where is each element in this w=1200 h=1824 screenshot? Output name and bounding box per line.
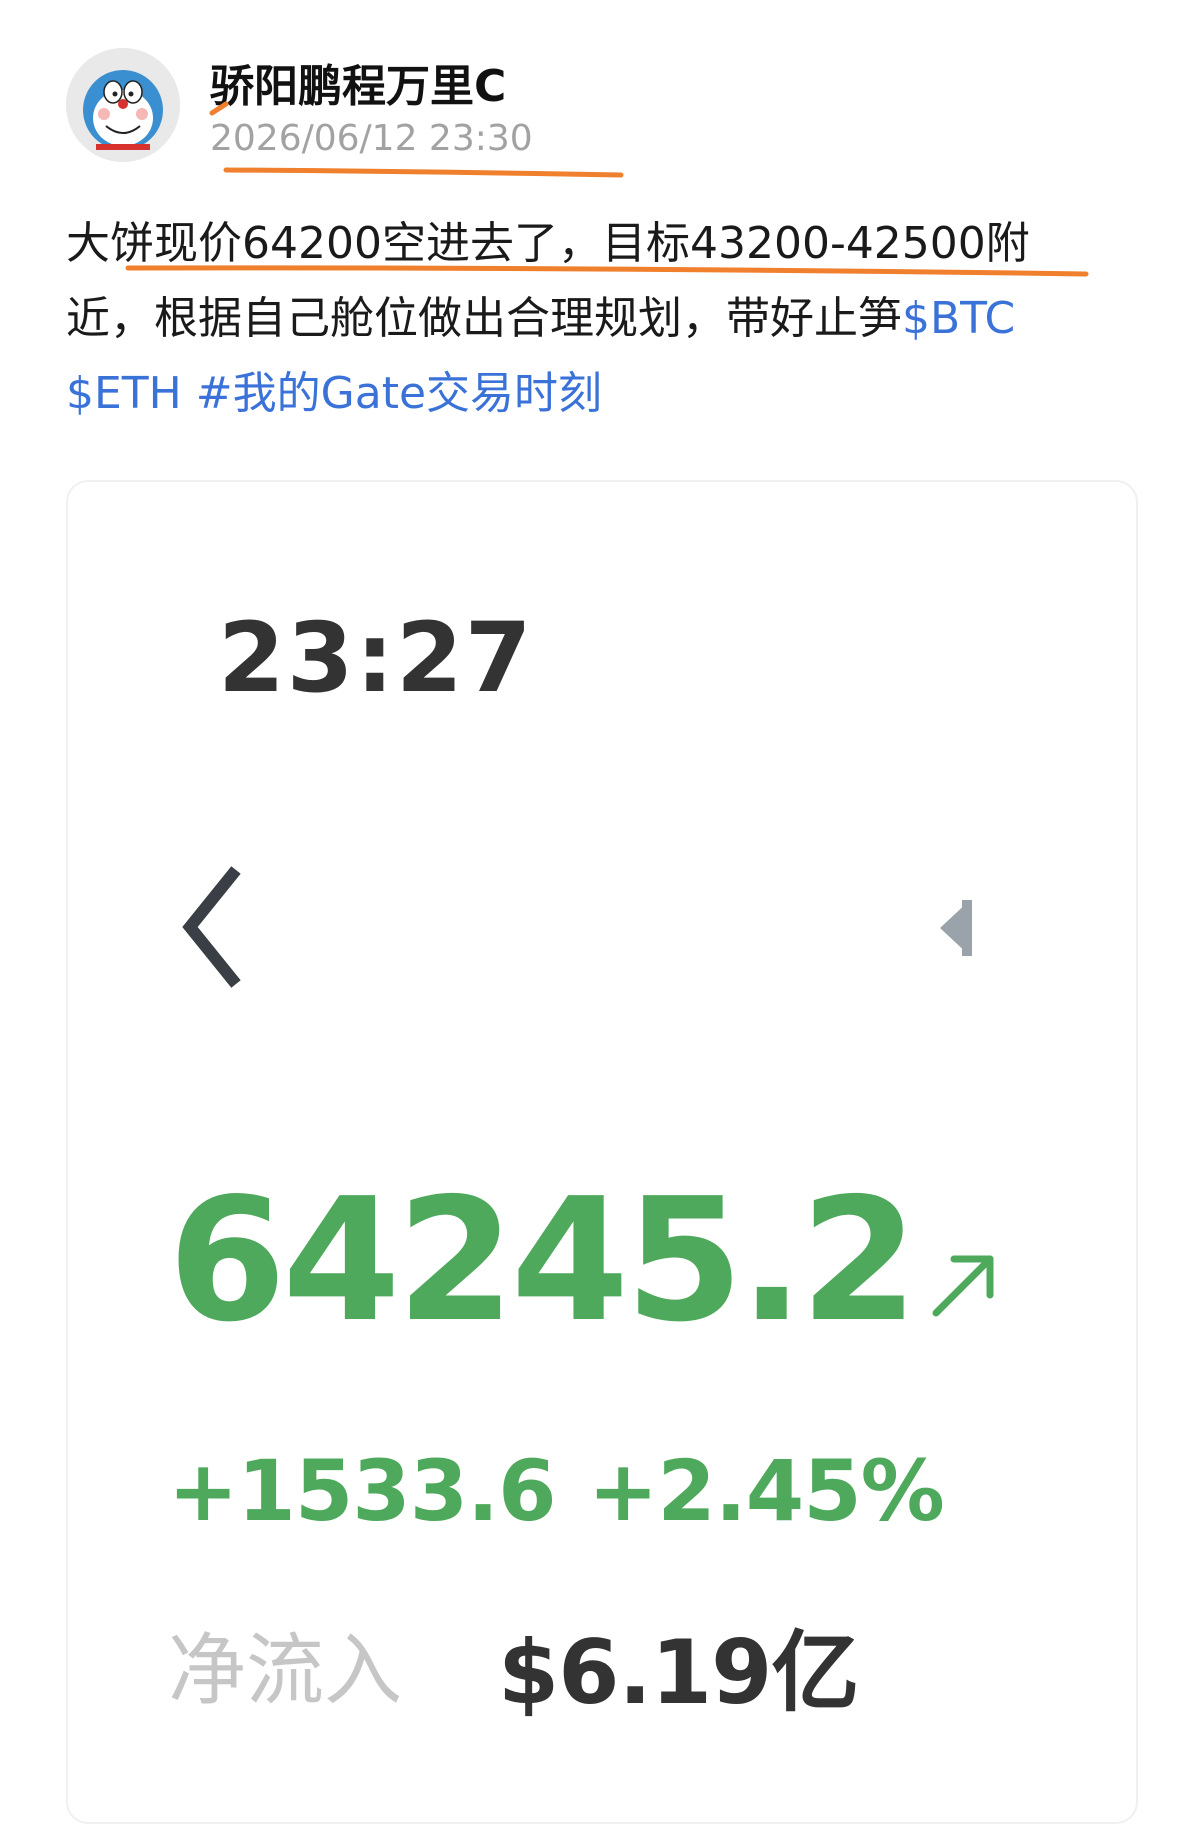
net-inflow-label: 净流入 xyxy=(168,1626,403,1716)
price-row: 64245.2 xyxy=(168,1162,998,1360)
tag-eth[interactable]: $ETH xyxy=(66,368,182,419)
tag-gate-moment[interactable]: #我的Gate交易时刻 xyxy=(196,368,602,419)
net-inflow-value: $6.19亿 xyxy=(498,1621,859,1724)
market-screenshot-card[interactable]: 23:27 64245.2 +1533.6 +2.45% 净流入 $6.19亿 xyxy=(66,480,1138,1824)
annotation-underline-timestamp xyxy=(223,167,624,178)
author-name[interactable]: 骄阳鹏程万里C xyxy=(210,50,506,114)
current-price: 64245.2 xyxy=(168,1162,918,1360)
arrow-up-right-icon xyxy=(932,1255,994,1317)
post-body: 大饼现价64200空进去了，目标43200-42500附 近，根据自己舱位做出合… xyxy=(66,206,1146,431)
price-change-row: +1533.6 +2.45% xyxy=(168,1442,1048,1552)
post-timestamp: 2026/06/12 23:30 xyxy=(210,118,533,159)
avatar[interactable] xyxy=(66,48,180,162)
triangle-left-icon[interactable] xyxy=(934,896,974,960)
tag-btc[interactable]: $BTC xyxy=(902,293,1015,344)
post-text-line-2: 近，根据自己舱位做出合理规划，带好止笋$BTC xyxy=(66,281,1146,356)
post-text-line-2-text: 近，根据自己舱位做出合理规划，带好止笋 xyxy=(66,293,902,344)
chevron-left-icon[interactable] xyxy=(178,862,248,992)
doraemon-avatar-icon xyxy=(66,48,180,162)
post-text-line-3: $ETH #我的Gate交易时刻 xyxy=(66,356,1146,431)
post-text-line-1: 大饼现价64200空进去了，目标43200-42500附 xyxy=(66,218,1030,269)
price-change-absolute: +1533.6 xyxy=(168,1442,557,1540)
status-bar-time: 23:27 xyxy=(218,602,534,714)
price-change-percent: +2.45% xyxy=(588,1442,945,1540)
net-inflow-row: 净流入 $6.19亿 xyxy=(168,1602,1048,1724)
